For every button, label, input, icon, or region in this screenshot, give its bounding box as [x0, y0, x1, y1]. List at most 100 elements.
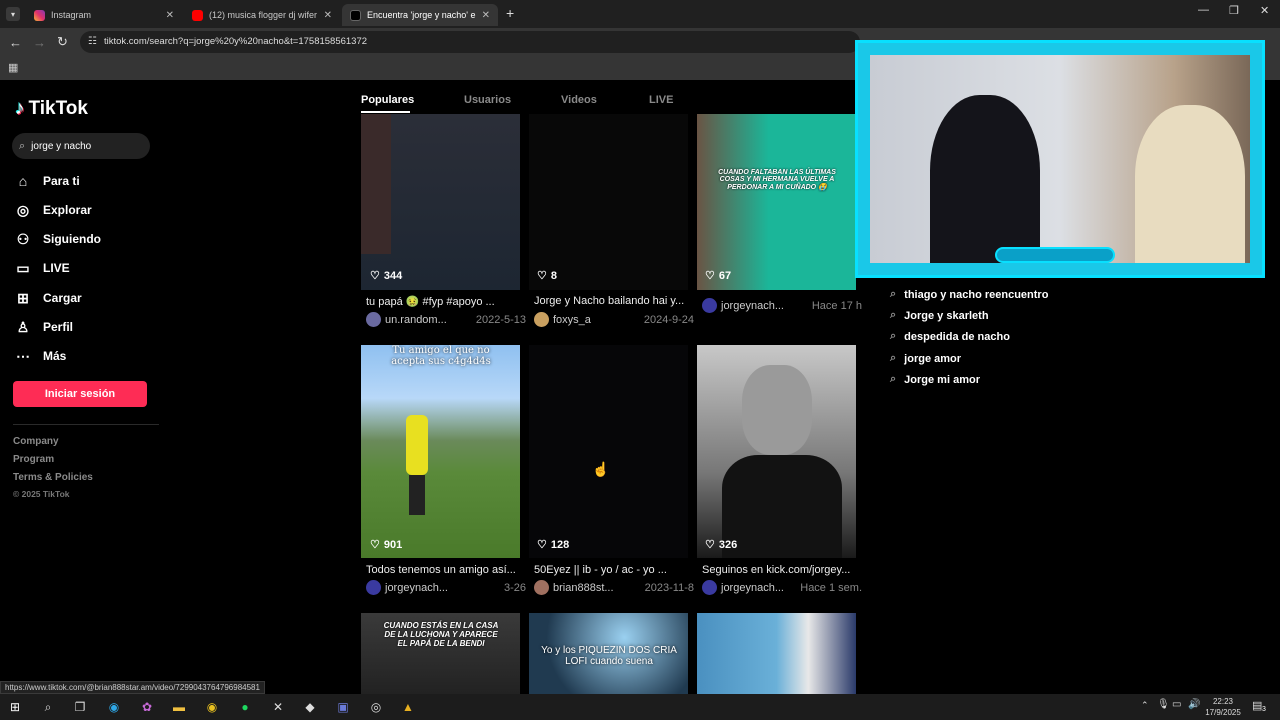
- sidebar-item-live[interactable]: ▭ LIVE: [15, 258, 69, 278]
- video-caption[interactable]: tu papá 🤢 #fyp #apoyo ...: [366, 295, 526, 308]
- apps-icon[interactable]: ▦: [8, 61, 18, 74]
- webcam-person-left: [930, 95, 1040, 263]
- tab-live[interactable]: LIVE: [649, 94, 673, 106]
- suggestion-item[interactable]: ⌕ thiago y nacho reencuentro: [890, 288, 1048, 301]
- video-thumbnail[interactable]: [697, 345, 856, 558]
- likes-value: 901: [383, 538, 403, 551]
- author-name[interactable]: jorgeynach...: [721, 300, 784, 312]
- video-caption[interactable]: Seguinos en kick.com/jorgey...: [702, 564, 862, 576]
- copilot-icon[interactable]: ✿: [139, 699, 155, 715]
- notification-icon[interactable]: ▤: [1252, 699, 1262, 712]
- tab-list-chevron-icon[interactable]: ▾: [6, 7, 20, 21]
- tray-chevron-icon[interactable]: ⌃: [1141, 700, 1149, 711]
- suggestion-item[interactable]: ⌕ despedida de nacho: [890, 330, 1010, 343]
- author-name[interactable]: foxys_a: [553, 314, 591, 326]
- chrome-icon[interactable]: ◉: [204, 699, 220, 715]
- browser-tab-instagram[interactable]: Instagram ✕: [26, 4, 182, 26]
- sidebar-item-explorar[interactable]: ◎ Explorar: [15, 200, 92, 220]
- footer-link-program[interactable]: Program: [13, 454, 54, 465]
- site-info-icon[interactable]: ☷: [88, 36, 97, 47]
- tiktok-logo[interactable]: ♪ TikTok: [15, 98, 88, 120]
- address-bar[interactable]: tiktok.com/search?q=jorge%20y%20nacho&t=…: [80, 31, 860, 53]
- tiktok-favicon-icon: [350, 9, 361, 21]
- thumbnail-figure: [406, 415, 428, 475]
- post-date: Hace 1 sem.: [800, 581, 862, 594]
- app-icon[interactable]: ▲: [400, 699, 416, 715]
- author-name[interactable]: brian888st...: [553, 582, 614, 594]
- author-name[interactable]: jorgeynach...: [721, 582, 784, 594]
- author-name[interactable]: un.random...: [385, 314, 447, 326]
- spotify-icon[interactable]: ●: [237, 699, 253, 715]
- login-button[interactable]: Iniciar sesión: [13, 381, 147, 407]
- tab-populares[interactable]: Populares: [361, 94, 414, 106]
- video-caption[interactable]: 50Eyez || ib - yo / ac - yo ...: [534, 564, 694, 576]
- avatar[interactable]: [534, 580, 549, 595]
- webcam-overlay: [855, 40, 1265, 278]
- status-url: https://www.tiktok.com/@brian888star.am/…: [0, 681, 265, 694]
- footer-link-company[interactable]: Company: [13, 436, 59, 447]
- video-thumbnail[interactable]: [529, 345, 688, 558]
- back-icon[interactable]: ←: [9, 35, 22, 50]
- task-view-icon[interactable]: ❐: [72, 699, 88, 715]
- window-close-icon[interactable]: ✕: [1260, 4, 1269, 17]
- search-icon[interactable]: ⌕: [40, 699, 56, 715]
- app-icon[interactable]: ◆: [302, 699, 318, 715]
- suggestion-item[interactable]: ⌕ Jorge mi amor: [890, 373, 980, 386]
- microphone-icon[interactable]: 🎙: [1157, 699, 1170, 710]
- close-tab-icon[interactable]: ✕: [482, 10, 490, 21]
- footer-link-terms[interactable]: Terms & Policies: [13, 472, 93, 483]
- avatar[interactable]: [702, 580, 717, 595]
- restore-icon[interactable]: ❐: [1229, 4, 1239, 17]
- heart-icon: ♡: [537, 270, 547, 282]
- browser-tab-youtube[interactable]: (12) musica flogger dj wifer - Yo ✕: [184, 4, 340, 26]
- windows-start-icon[interactable]: ⊞: [7, 699, 23, 715]
- video-caption[interactable]: Todos tenemos un amigo así...: [366, 564, 526, 576]
- avatar[interactable]: [366, 580, 381, 595]
- likes-count: ♡ 901: [370, 538, 403, 552]
- new-tab-button[interactable]: +: [506, 5, 514, 21]
- sidebar-item-siguiendo[interactable]: ⚇ Siguiendo: [15, 229, 101, 249]
- video-caption[interactable]: Jorge y Nacho bailando hai y...: [534, 295, 694, 307]
- video-meta: brian888st... 2023-11-8: [534, 580, 694, 595]
- file-explorer-icon[interactable]: ▬: [171, 699, 187, 715]
- suggestion-item[interactable]: ⌕ Jorge y skarleth: [890, 309, 989, 322]
- sidebar-item-mas[interactable]: ⋯ Más: [15, 346, 66, 366]
- author-name[interactable]: jorgeynach...: [385, 582, 448, 594]
- more-icon: ⋯: [16, 347, 30, 364]
- likes-count: ♡ 128: [537, 538, 570, 552]
- edge-icon[interactable]: ◉: [106, 699, 122, 715]
- video-thumbnail[interactable]: Tu amigo el que no acepta sus c4g4d4s: [361, 345, 520, 558]
- avatar[interactable]: [366, 312, 381, 327]
- search-input[interactable]: ⌕ jorge y nacho: [12, 133, 150, 159]
- close-tab-icon[interactable]: ✕: [324, 10, 332, 21]
- avatar[interactable]: [702, 298, 717, 313]
- xbox-icon[interactable]: ✕: [270, 699, 286, 715]
- tab-usuarios[interactable]: Usuarios: [464, 94, 511, 106]
- sidebar-item-cargar[interactable]: ⊞ Cargar: [15, 288, 82, 308]
- network-icon[interactable]: ▭: [1172, 699, 1181, 710]
- sidebar-item-perfil[interactable]: ♙ Perfil: [15, 317, 73, 337]
- clock[interactable]: 22:23 17/9/2025: [1203, 696, 1243, 718]
- compass-icon: ◎: [16, 201, 30, 218]
- obs-icon[interactable]: ◎: [368, 699, 384, 715]
- video-thumbnail[interactable]: CUANDO FALTABAN LAS ÚLTIMAS COSAS Y MI H…: [697, 114, 856, 290]
- video-thumbnail[interactable]: [697, 613, 856, 694]
- browser-tab-tiktok[interactable]: Encuentra 'jorge y nacho' en Ti ✕: [342, 4, 498, 26]
- video-thumbnail[interactable]: Yo y los PIQUEZIN DOS CRIA LOFI cuando s…: [529, 613, 688, 694]
- reload-icon[interactable]: ↻: [57, 34, 68, 50]
- suggestion-item[interactable]: ⌕ jorge amor: [890, 352, 961, 365]
- likes-value: 128: [550, 538, 570, 551]
- app-icon[interactable]: ▣: [335, 699, 351, 715]
- copyright: © 2025 TikTok: [13, 489, 70, 499]
- sidebar-item-para-ti[interactable]: ⌂ Para ti: [15, 171, 80, 191]
- avatar[interactable]: [534, 312, 549, 327]
- minimize-icon[interactable]: —: [1198, 4, 1209, 16]
- video-thumbnail[interactable]: CUANDO ESTÁS EN LA CASA DE LA LUCHONA Y …: [361, 613, 520, 694]
- tab-videos[interactable]: Videos: [561, 94, 597, 106]
- forward-icon[interactable]: →: [33, 35, 46, 50]
- video-thumbnail[interactable]: [529, 114, 688, 290]
- volume-icon[interactable]: 🔊: [1188, 699, 1200, 710]
- close-tab-icon[interactable]: ✕: [166, 10, 174, 21]
- video-thumbnail[interactable]: [361, 114, 520, 290]
- video-meta: jorgeynach... 3-26: [366, 580, 526, 595]
